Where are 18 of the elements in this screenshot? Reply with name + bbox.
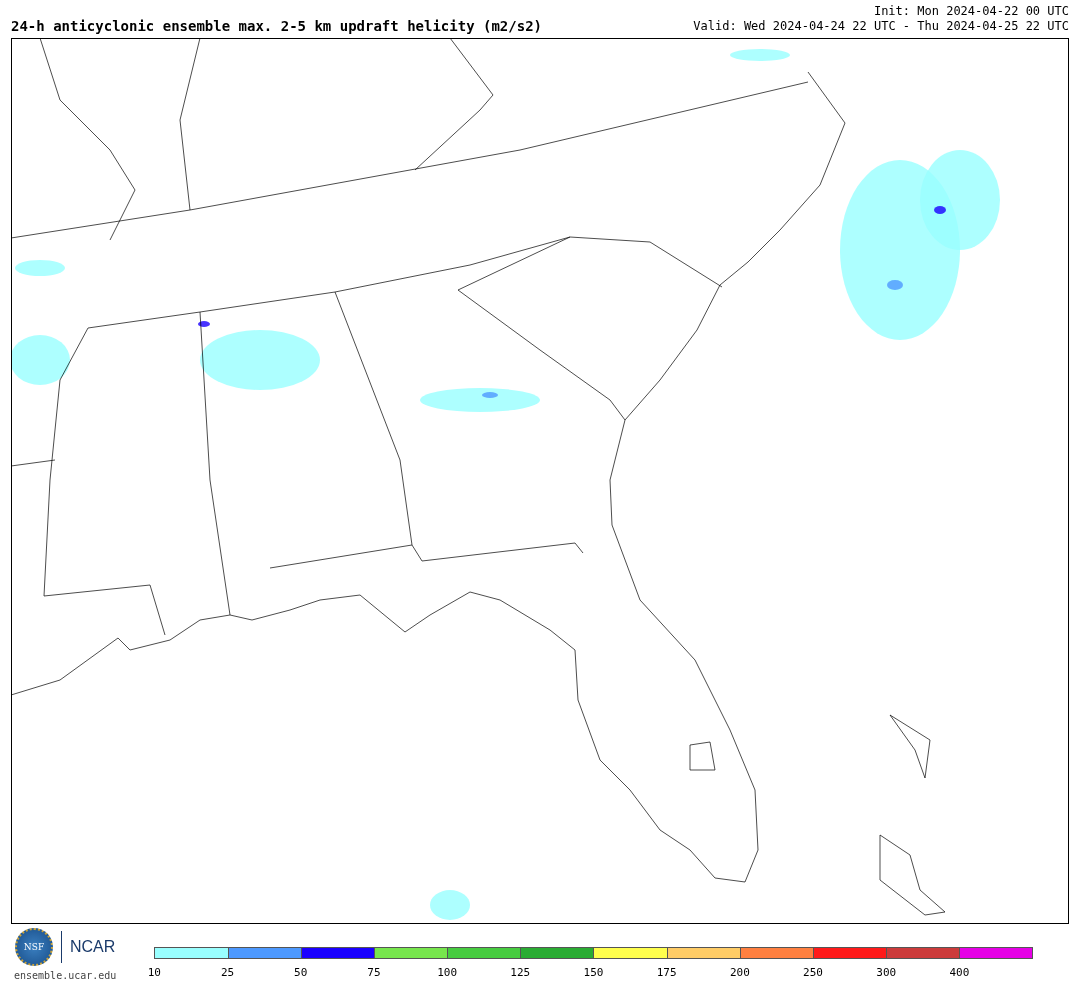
valid-time: Valid: Wed 2024-04-24 22 UTC - Thu 2024-04-25 22 UTC bbox=[693, 19, 1069, 34]
colorbar-tick-label: 300 bbox=[876, 966, 897, 979]
colorbar-tick-label: 10 bbox=[147, 966, 161, 979]
colorbar-tick-label: 250 bbox=[803, 966, 823, 979]
init-time: Init: Mon 2024-04-22 00 UTC bbox=[873, 4, 1069, 19]
seal-logo: NSF bbox=[15, 928, 53, 966]
chart-title: 24-h anticyclonic ensemble max. 2-5 km updraft helicity (m2/s2) bbox=[11, 18, 542, 34]
colorbar-tick-label: 400 bbox=[949, 966, 970, 979]
colorbar-tick-label: 125 bbox=[510, 966, 531, 979]
colorbar-tick-label: 175 bbox=[656, 966, 677, 979]
colorbar-tick-label: 75 bbox=[367, 966, 381, 979]
colorbar-tick-label: 100 bbox=[437, 966, 458, 979]
colorbar-tick-label: 25 bbox=[220, 966, 235, 979]
colorbar-tick-label: 50 bbox=[294, 966, 308, 979]
ncar-logo: NCAR bbox=[70, 938, 116, 956]
site-address: ensemble.ucar.edu bbox=[14, 970, 117, 981]
colorbar-tick-label: 200 bbox=[729, 966, 750, 979]
colorbar-tick-label: 150 bbox=[583, 966, 604, 979]
